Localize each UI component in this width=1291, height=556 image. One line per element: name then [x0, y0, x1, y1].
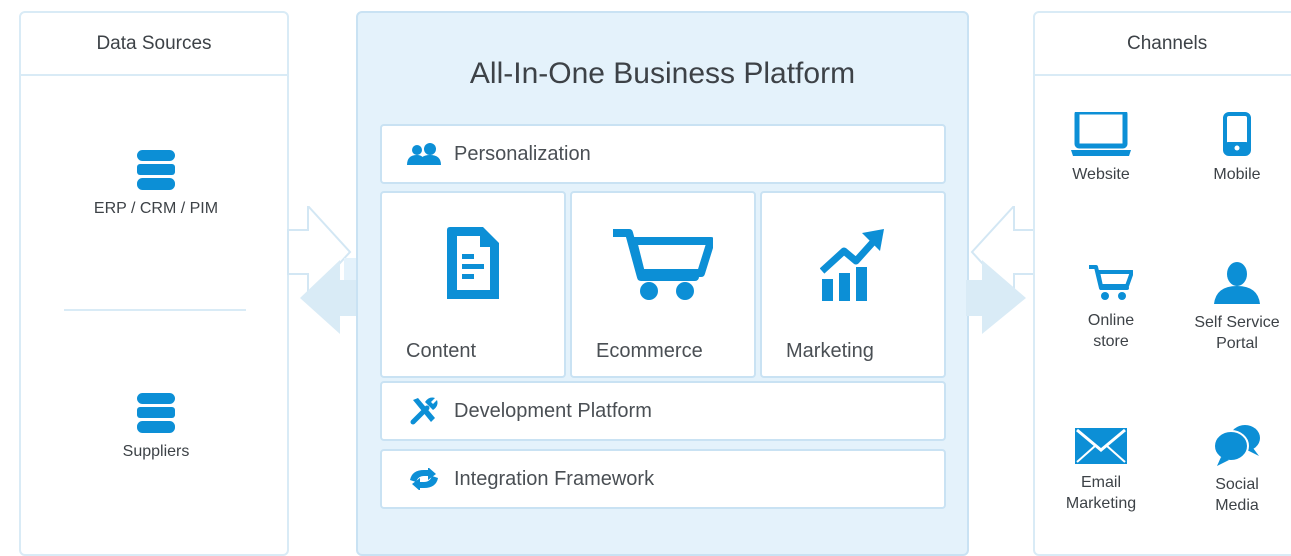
channel-social-media[interactable]: Social Media [1172, 424, 1291, 516]
channel-label: Social [1215, 476, 1259, 493]
marketing-label: Marketing [786, 340, 874, 362]
channel-self-service-portal[interactable]: Self Service Portal [1172, 262, 1291, 354]
platform-title: All-In-One Business Platform [469, 57, 856, 90]
channel-label: Email [1080, 474, 1121, 491]
ecommerce-tile[interactable]: Ecommerce [570, 191, 756, 378]
sync-icon [406, 467, 442, 491]
channel-label: Self Service [1194, 314, 1280, 331]
channels-title: Channels [1035, 13, 1291, 76]
integration-framework-label: Integration Framework [454, 467, 655, 490]
tools-icon [406, 397, 442, 425]
data-source-suppliers: Suppliers [21, 393, 291, 461]
business-platform: All-In-One Business Platform Personaliza… [356, 11, 969, 556]
marketing-tile[interactable]: Marketing [760, 191, 946, 378]
database-icon [137, 150, 175, 190]
channel-label-line2: store [1093, 333, 1129, 350]
data-sources-title: Data Sources [21, 13, 287, 76]
personalization-bar[interactable]: Personalization [380, 124, 946, 184]
channel-label-line2: Marketing [1065, 495, 1137, 512]
divider [64, 309, 246, 311]
data-sources-panel: Data Sources ERP / CRM / PIM Suppliers [19, 11, 289, 556]
channel-label-line2: Media [1215, 497, 1259, 514]
chart-growth-icon [820, 229, 884, 301]
channel-label: Mobile [1213, 166, 1261, 183]
data-source-label: Suppliers [122, 443, 190, 460]
chat-bubbles-icon [1213, 425, 1260, 466]
laptop-icon [1071, 112, 1131, 156]
users-icon [406, 142, 442, 166]
personalization-label: Personalization [454, 142, 591, 165]
development-platform-bar[interactable]: Development Platform [380, 381, 946, 441]
person-icon [1214, 262, 1260, 304]
content-tile[interactable]: Content [380, 191, 566, 378]
database-icon [137, 393, 175, 433]
channel-online-store[interactable]: Online store [1046, 264, 1176, 352]
mobile-icon [1223, 112, 1251, 156]
data-source-erp: ERP / CRM / PIM [21, 150, 291, 218]
inbound-arrow [287, 206, 360, 334]
outbound-arrow [966, 206, 1035, 334]
channel-mobile[interactable]: Mobile [1172, 112, 1291, 185]
integration-framework-bar[interactable]: Integration Framework [380, 449, 946, 509]
channel-label: Online [1087, 312, 1135, 329]
data-source-label: ERP / CRM / PIM [93, 200, 219, 217]
ecommerce-label: Ecommerce [596, 340, 703, 362]
development-platform-label: Development Platform [454, 399, 652, 422]
channel-label-line2: Portal [1216, 335, 1258, 352]
document-icon [447, 227, 499, 299]
channel-email-marketing[interactable]: Email Marketing [1036, 428, 1166, 514]
cart-icon [1089, 265, 1133, 300]
channel-label: Website [1072, 166, 1130, 183]
envelope-icon [1075, 428, 1127, 464]
channel-website[interactable]: Website [1036, 112, 1166, 185]
content-label: Content [406, 340, 477, 362]
cart-icon [613, 229, 713, 300]
